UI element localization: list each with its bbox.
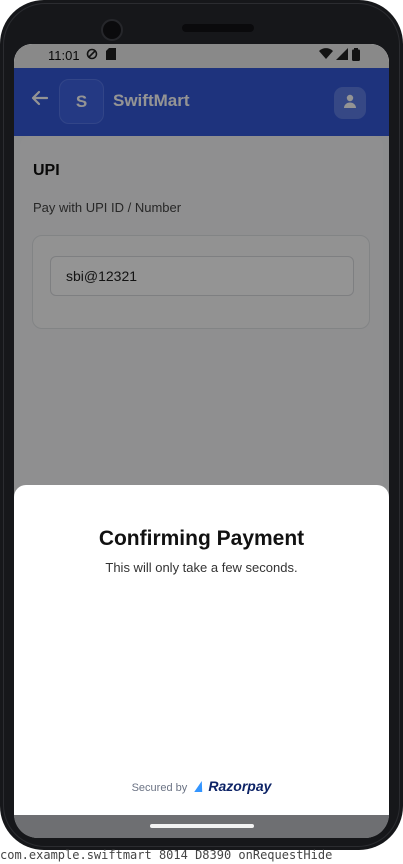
razorpay-wordmark: Razorpay	[208, 778, 272, 794]
secured-by-label: Secured by	[131, 782, 188, 794]
secured-by-footer: Secured by Razorpay	[14, 778, 389, 794]
phone-frame: 11:01 S SwiftMart UPI Pay with UPI ID / …	[0, 0, 403, 850]
earpiece-speaker	[182, 24, 254, 32]
home-indicator[interactable]	[150, 824, 254, 828]
console-log-text: com.example.swiftmart 8014 D8390 onReque…	[0, 848, 333, 862]
device-screen: 11:01 S SwiftMart UPI Pay with UPI ID / …	[14, 44, 389, 838]
sheet-subtitle: This will only take a few seconds.	[105, 560, 298, 575]
razorpay-logo-icon	[194, 781, 207, 792]
navigation-bar	[14, 815, 389, 838]
front-camera	[101, 19, 123, 41]
sheet-title: Confirming Payment	[98, 527, 305, 550]
payment-sheet: Confirming Payment This will only take a…	[14, 485, 389, 815]
